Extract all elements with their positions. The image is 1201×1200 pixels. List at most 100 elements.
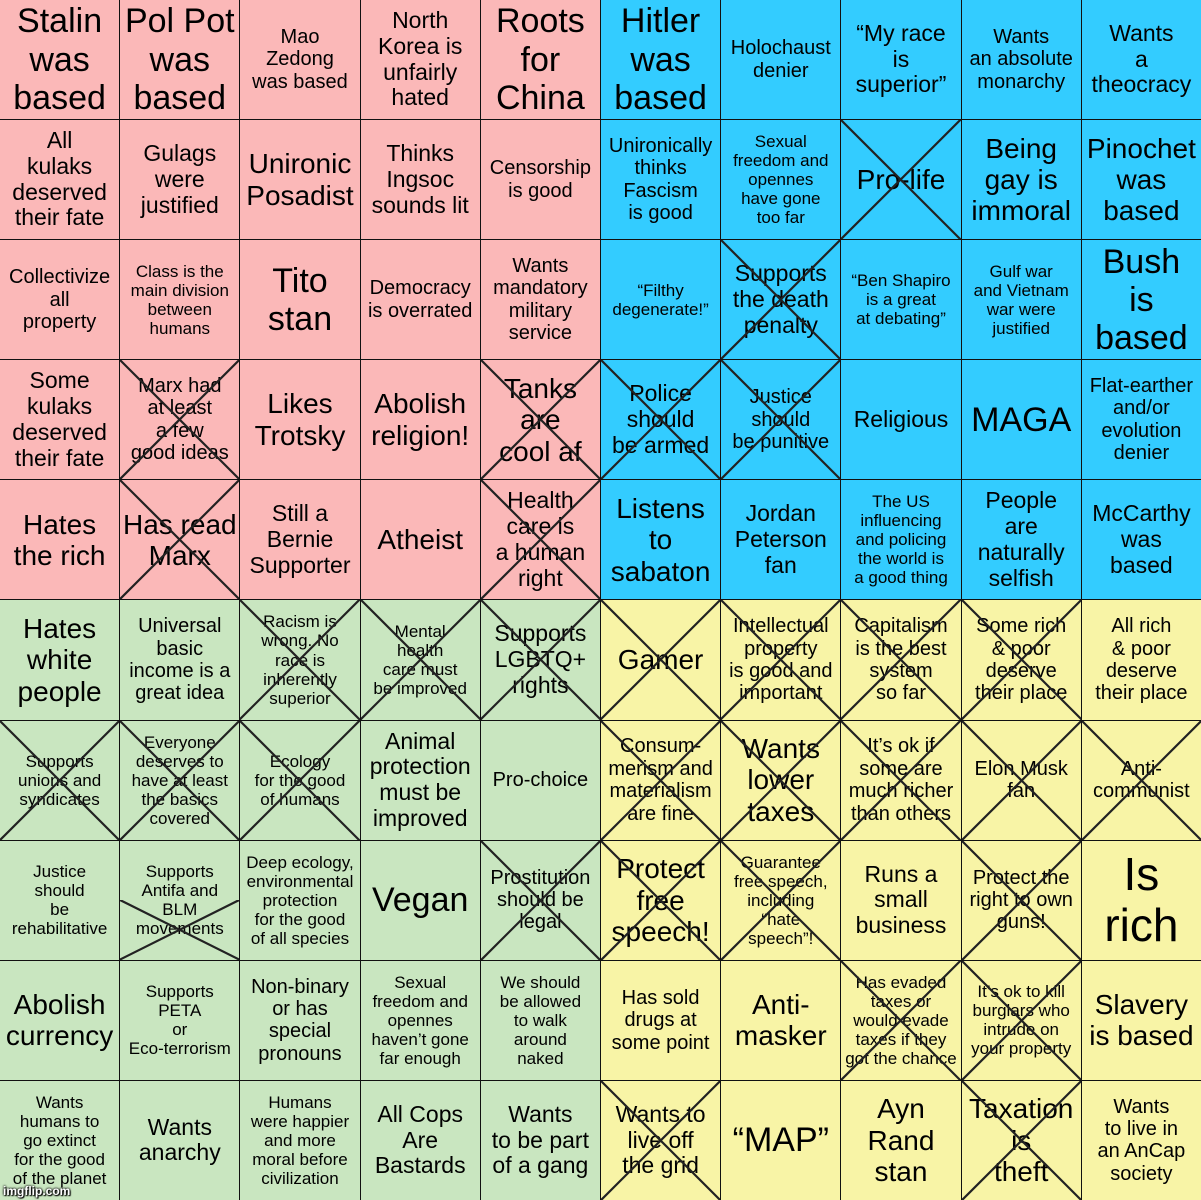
bingo-cell[interactable]: The US influencing and policing the worl… [841, 480, 961, 600]
bingo-cell[interactable]: Likes Trotsky [240, 360, 360, 480]
bingo-cell[interactable]: Abolish currency [0, 960, 120, 1080]
bingo-cell[interactable]: Atheist [360, 480, 480, 600]
bingo-cell[interactable]: Universal basic income is a great idea [120, 600, 240, 720]
bingo-cell[interactable]: Collectivize all property [0, 240, 120, 360]
bingo-cell[interactable]: Ayn Rand stan [841, 1080, 961, 1200]
bingo-cell[interactable]: Flat-earther and/or evolution denier [1081, 360, 1201, 480]
bingo-cell[interactable]: Guarantee free speech, including “hate s… [721, 840, 841, 960]
bingo-cell[interactable]: Consum- merism and materialism are fine [600, 720, 721, 840]
bingo-cell[interactable]: Unironically thinks Fascism is good [600, 120, 721, 240]
bingo-cell[interactable]: Vegan [360, 840, 480, 960]
bingo-cell[interactable]: Mao Zedong was based [240, 0, 360, 120]
bingo-cell[interactable]: Holochaust denier [721, 0, 841, 120]
bingo-cell[interactable]: Supports the death penalty [721, 240, 841, 360]
bingo-cell[interactable]: North Korea is unfairly hated [360, 0, 480, 120]
bingo-cell[interactable]: Protect free speech! [600, 840, 721, 960]
bingo-cell[interactable]: Religious [841, 360, 961, 480]
bingo-cell[interactable]: Justice should be rehabilitative [0, 840, 120, 960]
bingo-cell[interactable]: MAGA [961, 360, 1081, 480]
bingo-cell[interactable]: Ecology for the good of humans [240, 720, 360, 840]
bingo-cell[interactable]: Thinks Ingsoc sounds lit [360, 120, 480, 240]
bingo-cell[interactable]: Taxation is theft [961, 1080, 1081, 1200]
bingo-cell[interactable]: Hates the rich [0, 480, 120, 600]
bingo-cell[interactable]: Pinochet was based [1081, 120, 1201, 240]
bingo-cell[interactable]: Wants humans to go extinct for the good … [0, 1080, 120, 1200]
bingo-cell[interactable]: Being gay is immoral [961, 120, 1081, 240]
bingo-cell[interactable]: Has sold drugs at some point [600, 960, 721, 1080]
bingo-cell[interactable]: Jordan Peterson fan [721, 480, 841, 600]
bingo-cell[interactable]: Marx had at least a few good ideas [120, 360, 240, 480]
bingo-cell[interactable]: “Ben Shapiro is a great at debating” [841, 240, 961, 360]
bingo-cell[interactable]: Bush is based [1081, 240, 1201, 360]
bingo-cell[interactable]: Anti- masker [721, 960, 841, 1080]
bingo-cell[interactable]: Non-binary or has special pronouns [240, 960, 360, 1080]
bingo-cell[interactable]: Democracy is overrated [360, 240, 480, 360]
bingo-cell[interactable]: Hates white people [0, 600, 120, 720]
bingo-cell[interactable]: Elon Musk fan [961, 720, 1081, 840]
bingo-cell[interactable]: Is rich [1081, 840, 1201, 960]
bingo-cell[interactable]: Police should be armed [600, 360, 721, 480]
bingo-cell[interactable]: Supports LGBTQ+ rights [480, 600, 600, 720]
bingo-cell[interactable]: Wants an absolute monarchy [961, 0, 1081, 120]
bingo-cell[interactable]: Unironic Posadist [240, 120, 360, 240]
bingo-cell[interactable]: Abolish religion! [360, 360, 480, 480]
bingo-cell[interactable]: Still a Bernie Supporter [240, 480, 360, 600]
bingo-cell[interactable]: “MAP” [721, 1080, 841, 1200]
bingo-cell[interactable]: Stalin was based [0, 0, 120, 120]
bingo-cell[interactable]: Prostitution should be legal [480, 840, 600, 960]
bingo-cell[interactable]: Listens to sabaton [600, 480, 721, 600]
bingo-cell[interactable]: Has evaded taxes or would evade taxes if… [841, 960, 961, 1080]
bingo-cell[interactable]: Justice should be punitive [721, 360, 841, 480]
bingo-cell[interactable]: Deep ecology, environmental protection f… [240, 840, 360, 960]
bingo-cell[interactable]: Gamer [600, 600, 721, 720]
bingo-cell[interactable]: Health care is a human right [480, 480, 600, 600]
bingo-cell[interactable]: Wants to live off the grid [600, 1080, 721, 1200]
bingo-cell[interactable]: Supports unions and syndicates [0, 720, 120, 840]
bingo-cell[interactable]: All rich & poor deserve their place [1081, 600, 1201, 720]
bingo-cell[interactable]: Censorship is good [480, 120, 600, 240]
bingo-cell[interactable]: Gulags were justified [120, 120, 240, 240]
bingo-cell[interactable]: Capitalism is the best system so far [841, 600, 961, 720]
bingo-cell[interactable]: Pol Pot was based [120, 0, 240, 120]
bingo-cell[interactable]: Intellectual property is good and import… [721, 600, 841, 720]
bingo-cell[interactable]: Supports Antifa and BLM movements [120, 840, 240, 960]
bingo-cell[interactable]: Class is the main division between human… [120, 240, 240, 360]
bingo-cell[interactable]: Some rich & poor deserve their place [961, 600, 1081, 720]
bingo-cell[interactable]: Wants mandatory military service [480, 240, 600, 360]
bingo-cell[interactable]: All Cops Are Bastards [360, 1080, 480, 1200]
bingo-cell[interactable]: All kulaks deserved their fate [0, 120, 120, 240]
bingo-cell[interactable]: Pro-choice [480, 720, 600, 840]
bingo-cell[interactable]: Wants anarchy [120, 1080, 240, 1200]
bingo-cell[interactable]: Anti- communist [1081, 720, 1201, 840]
bingo-cell[interactable]: Sexual freedom and opennes haven’t gone … [360, 960, 480, 1080]
bingo-cell[interactable]: Mental health care must be improved [360, 600, 480, 720]
bingo-cell[interactable]: Sexual freedom and opennes have gone too… [721, 120, 841, 240]
bingo-cell[interactable]: Some kulaks deserved their fate [0, 360, 120, 480]
bingo-cell[interactable]: Everyone deserves to have at least the b… [120, 720, 240, 840]
bingo-cell[interactable]: McCarthy was based [1081, 480, 1201, 600]
bingo-cell[interactable]: Has read Marx [120, 480, 240, 600]
bingo-cell[interactable]: It’s ok to kill burglars who intrude on … [961, 960, 1081, 1080]
bingo-cell[interactable]: Racism is wrong. No race is inherently s… [240, 600, 360, 720]
bingo-cell[interactable]: Protect the right to own guns! [961, 840, 1081, 960]
bingo-cell[interactable]: Hitler was based [600, 0, 721, 120]
bingo-cell[interactable]: Wants a theocracy [1081, 0, 1201, 120]
bingo-cell[interactable]: Supports PETA or Eco-terrorism [120, 960, 240, 1080]
bingo-cell[interactable]: Roots for China [480, 0, 600, 120]
bingo-cell[interactable]: Tito stan [240, 240, 360, 360]
bingo-cell[interactable]: “Filthy degenerate!” [600, 240, 721, 360]
bingo-cell[interactable]: Wants to be part of a gang [480, 1080, 600, 1200]
bingo-cell[interactable]: Wants lower taxes [721, 720, 841, 840]
bingo-cell[interactable]: Animal protection must be improved [360, 720, 480, 840]
bingo-cell[interactable]: Gulf war and Vietnam war were justified [961, 240, 1081, 360]
bingo-cell[interactable]: Slavery is based [1081, 960, 1201, 1080]
bingo-cell[interactable]: “My race is superior” [841, 0, 961, 120]
bingo-cell[interactable]: Wants to live in an AnCap society [1081, 1080, 1201, 1200]
bingo-cell[interactable]: It’s ok if some are much richer than oth… [841, 720, 961, 840]
bingo-cell[interactable]: Tanks are cool af [480, 360, 600, 480]
bingo-cell[interactable]: Humans were happier and more moral befor… [240, 1080, 360, 1200]
bingo-cell[interactable]: We should be allowed to walk around nake… [480, 960, 600, 1080]
bingo-cell[interactable]: People are naturally selfish [961, 480, 1081, 600]
bingo-cell[interactable]: Pro-life [841, 120, 961, 240]
bingo-cell[interactable]: Runs a small business [841, 840, 961, 960]
